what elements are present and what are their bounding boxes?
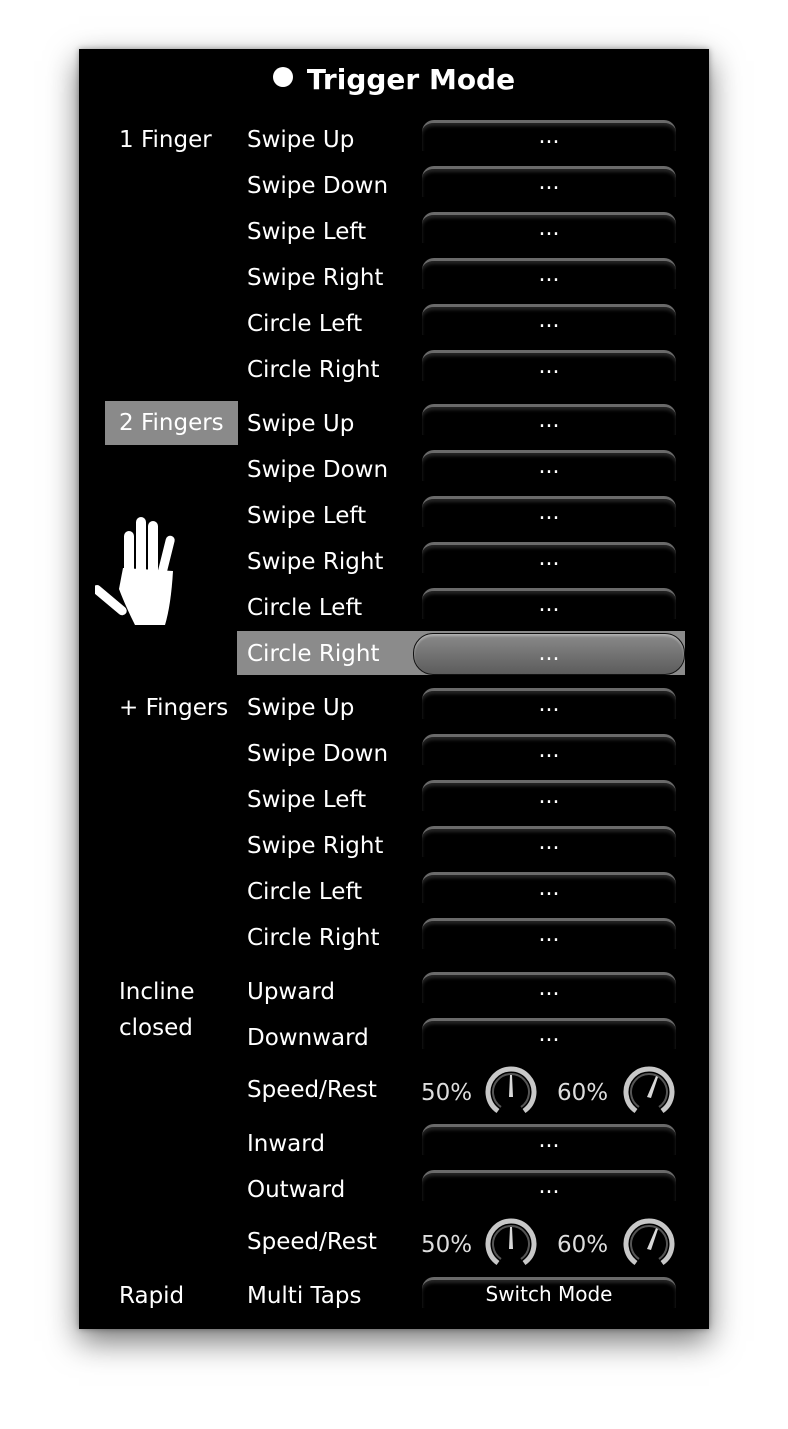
gesture-label: Circle Left: [247, 311, 363, 337]
gesture-label: Swipe Down: [247, 173, 389, 199]
gesture-label: Swipe Right: [247, 833, 384, 859]
gesture-label: Swipe Left: [247, 787, 367, 813]
gesture-label: Swipe Right: [247, 265, 384, 291]
gesture-action-button-selected[interactable]: ...: [413, 633, 685, 675]
speed-rest-label: Speed/Rest: [247, 1077, 377, 1103]
gesture-action-button[interactable]: ...: [422, 212, 676, 243]
rest-dial-knob-icon[interactable]: [622, 1063, 676, 1117]
incline-inward-label: Inward: [247, 1131, 325, 1157]
gesture-label: Circle Right: [247, 925, 380, 951]
speed-dial-knob-icon[interactable]: [484, 1215, 538, 1269]
gesture-action-button[interactable]: ...: [422, 258, 676, 289]
gesture-label: Swipe Right: [247, 549, 384, 575]
gesture-action-button[interactable]: ...: [422, 120, 676, 151]
gesture-action-button[interactable]: ...: [422, 872, 676, 903]
speed-value: 50%: [421, 1232, 473, 1258]
speed-rest-label: Speed/Rest: [247, 1229, 377, 1255]
speed-dial-knob-icon[interactable]: [484, 1063, 538, 1117]
gesture-action-button[interactable]: ...: [422, 826, 676, 857]
gesture-action-button[interactable]: ...: [422, 918, 676, 949]
group-label-2-fingers[interactable]: 2 Fingers: [105, 401, 238, 445]
gesture-action-button[interactable]: ...: [422, 166, 676, 197]
gesture-label-selected: Circle Right: [247, 641, 380, 667]
gesture-action-button[interactable]: ...: [422, 304, 676, 335]
gesture-label: Swipe Down: [247, 741, 389, 767]
gesture-action-button[interactable]: ...: [422, 350, 676, 381]
gesture-action-button[interactable]: ...: [422, 588, 676, 619]
gesture-label: Swipe Down: [247, 457, 389, 483]
gesture-label: Swipe Up: [247, 695, 355, 721]
incline-inward-button[interactable]: ...: [422, 1124, 676, 1155]
gesture-action-button[interactable]: ...: [422, 496, 676, 527]
gesture-action-button[interactable]: ...: [422, 780, 676, 811]
rest-dial-knob-icon[interactable]: [622, 1215, 676, 1269]
gesture-label: Circle Left: [247, 595, 363, 621]
incline-upward-button[interactable]: ...: [422, 972, 676, 1003]
speed-value: 50%: [421, 1080, 473, 1106]
gesture-label: Swipe Up: [247, 127, 355, 153]
group-label-closed: closed: [119, 1015, 193, 1041]
panel-title: Trigger Mode: [79, 63, 709, 96]
gesture-action-button[interactable]: ...: [422, 734, 676, 765]
gesture-action-button[interactable]: ...: [422, 688, 676, 719]
gesture-action-button[interactable]: ...: [422, 450, 676, 481]
group-label-rapid: Rapid: [119, 1283, 185, 1309]
incline-outward-button[interactable]: ...: [422, 1170, 676, 1201]
incline-upward-label: Upward: [247, 979, 335, 1005]
gesture-label: Circle Left: [247, 879, 363, 905]
hand-icon: [95, 517, 175, 625]
multi-taps-label: Multi Taps: [247, 1283, 362, 1309]
gesture-action-button[interactable]: ...: [422, 404, 676, 435]
gesture-label: Swipe Left: [247, 219, 367, 245]
gesture-label: Circle Right: [247, 357, 380, 383]
incline-downward-button[interactable]: ...: [422, 1018, 676, 1049]
status-dot-icon: [272, 67, 293, 87]
trigger-mode-panel: Trigger Mode 1 Finger Swipe Up ... Swipe…: [79, 49, 709, 1329]
group-label-plus-fingers: + Fingers: [119, 695, 229, 721]
incline-outward-label: Outward: [247, 1177, 346, 1203]
gesture-label: Swipe Up: [247, 411, 355, 437]
rest-value: 60%: [557, 1080, 609, 1106]
switch-mode-button[interactable]: Switch Mode: [422, 1277, 676, 1308]
group-label-1-finger: 1 Finger: [119, 127, 212, 153]
group-label-incline: Incline: [119, 979, 195, 1005]
gesture-label: Swipe Left: [247, 503, 367, 529]
incline-downward-label: Downward: [247, 1025, 369, 1051]
gesture-action-button[interactable]: ...: [422, 542, 676, 573]
rest-value: 60%: [557, 1232, 609, 1258]
